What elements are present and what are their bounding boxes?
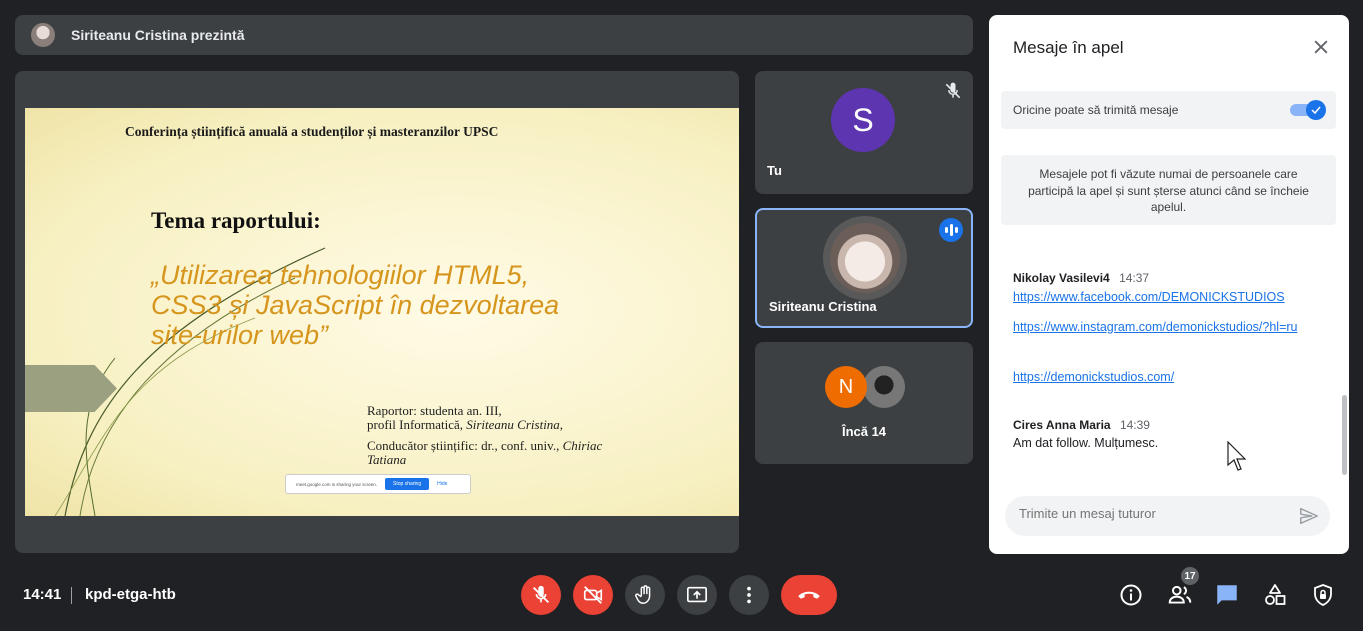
chat-title: Mesaje în apel: [1013, 38, 1124, 57]
advisor-name: Tatiana: [367, 451, 407, 467]
avatar: [863, 366, 905, 408]
reporter-name: Siriteanu Cristina,: [466, 416, 564, 432]
slide-title-line: site-urilor web”: [151, 320, 329, 350]
meeting-code: kpd-etga-htb: [85, 586, 176, 603]
chat-permission-label: Oricine poate să trimită mesaje: [1013, 103, 1179, 117]
presenter-avatar: [31, 23, 55, 47]
more-vert-icon: [747, 586, 751, 604]
participant-count-badge: 17: [1181, 567, 1199, 585]
bottom-control-bar: 14:41 kpd-etga-htb 17: [0, 563, 1363, 631]
speaking-indicator-icon: [939, 218, 963, 242]
meeting-info-button[interactable]: [1117, 581, 1145, 609]
raise-hand-icon: [635, 585, 651, 604]
send-icon[interactable]: [1298, 505, 1320, 527]
reporter-profile-line: profil Informatică, Siriteanu Cristina,: [367, 416, 602, 432]
message-header: Cires Anna Maria 14:39: [1013, 418, 1150, 432]
participant-name: Siriteanu Cristina: [769, 299, 877, 314]
participant-name: Tu: [767, 163, 782, 178]
chat-panel: Mesaje în apel Oricine poate să trimită …: [989, 15, 1349, 554]
slide-title: „Utilizarea tehnologiilor HTML5, CSS3 și…: [151, 260, 671, 350]
more-options-button[interactable]: [729, 575, 769, 615]
reporter-profile: profil Informatică,: [367, 416, 467, 432]
chat-input-box: [1005, 496, 1330, 536]
stop-sharing-button[interactable]: Stop sharing: [385, 478, 430, 490]
host-controls-button[interactable]: [1309, 581, 1337, 609]
avatar: [823, 216, 907, 300]
avatar: S: [831, 88, 895, 152]
sharing-text: meet.google.com is sharing your screen.: [296, 481, 378, 487]
mic-off-icon: [945, 82, 961, 99]
participant-tile-active[interactable]: Siriteanu Cristina: [755, 208, 973, 328]
presenter-bar: Siriteanu Cristina prezintă: [15, 15, 973, 55]
message-text: Am dat follow. Mulțumesc.: [1013, 436, 1159, 450]
message-link[interactable]: https://www.instagram.com/demonickstudio…: [1013, 317, 1313, 337]
slide-authors: Raportor: studenta an. III, profil Infor…: [367, 404, 602, 466]
chat-scrollbar[interactable]: [1342, 395, 1347, 475]
close-icon[interactable]: [1311, 37, 1331, 57]
advisor-surname: Chiriac: [562, 438, 603, 453]
advisor-line: Conducător științific: dr., conf. univ.,…: [367, 439, 602, 453]
presenter-label: Siriteanu Cristina prezintă: [71, 27, 245, 43]
activities-icon: [1265, 584, 1286, 605]
chat-button[interactable]: [1213, 581, 1241, 609]
end-call-icon: [798, 591, 820, 599]
slide-theme-label: Tema raportului:: [151, 208, 321, 233]
slide-title-line: CSS3 și JavaScript în dezvoltarea: [151, 290, 560, 320]
camera-off-icon: [583, 586, 603, 604]
mouse-cursor-icon: [1227, 441, 1247, 471]
end-call-button[interactable]: [781, 575, 837, 615]
present-screen-icon: [687, 586, 707, 603]
chat-notice: Mesajele pot fi văzute numai de persoane…: [1001, 155, 1336, 225]
divider: [71, 587, 72, 604]
message-header: Nikolay Vasilevi4 14:37: [1013, 271, 1149, 285]
screen-share-view: Conferința științifică anuală a studenți…: [15, 71, 739, 553]
present-screen-button[interactable]: [677, 575, 717, 615]
message-time: 14:39: [1119, 418, 1150, 432]
mic-toggle-button[interactable]: [521, 575, 561, 615]
message-time: 14:37: [1119, 271, 1150, 285]
activities-button[interactable]: [1261, 581, 1289, 609]
slide-header: Conferința științifică anuală a studenți…: [125, 124, 499, 139]
chat-permission-toggle[interactable]: [1290, 100, 1326, 120]
hide-button[interactable]: Hide: [437, 481, 447, 487]
presentation-slide: Conferința științifică anuală a studenți…: [25, 108, 739, 516]
chat-permission-row: Oricine poate să trimită mesaje: [1001, 91, 1336, 129]
check-icon: [1311, 106, 1321, 115]
message-link[interactable]: https://demonickstudios.com/: [1013, 367, 1313, 387]
people-icon: [1168, 585, 1192, 604]
advisor-name-line: Tatiana: [367, 451, 602, 467]
camera-toggle-button[interactable]: [573, 575, 613, 615]
meeting-time: 14:41: [23, 586, 62, 603]
info-icon: [1120, 584, 1142, 606]
sharing-notification: meet.google.com is sharing your screen. …: [285, 474, 471, 494]
participant-tile-you[interactable]: S Tu: [755, 71, 973, 194]
avatar: N: [825, 366, 867, 408]
host-controls-icon: [1314, 584, 1332, 606]
message-link[interactable]: https://www.facebook.com/DEMONICKSTUDIOS: [1013, 287, 1313, 307]
raise-hand-button[interactable]: [625, 575, 665, 615]
more-participants-label: Încă 14: [841, 424, 887, 439]
reporter-line: Raportor: studenta an. III,: [367, 403, 502, 418]
people-button[interactable]: [1166, 581, 1194, 609]
message-sender: Nikolay Vasilevi4: [1013, 271, 1110, 285]
chat-message-input[interactable]: [1019, 506, 1279, 521]
participant-tile-more[interactable]: N Încă 14: [755, 342, 973, 464]
mic-off-icon: [533, 585, 549, 603]
message-sender: Cires Anna Maria: [1013, 418, 1111, 432]
chat-icon: [1217, 585, 1237, 605]
slide-title-line: „Utilizarea tehnologiilor HTML5,: [151, 260, 530, 290]
